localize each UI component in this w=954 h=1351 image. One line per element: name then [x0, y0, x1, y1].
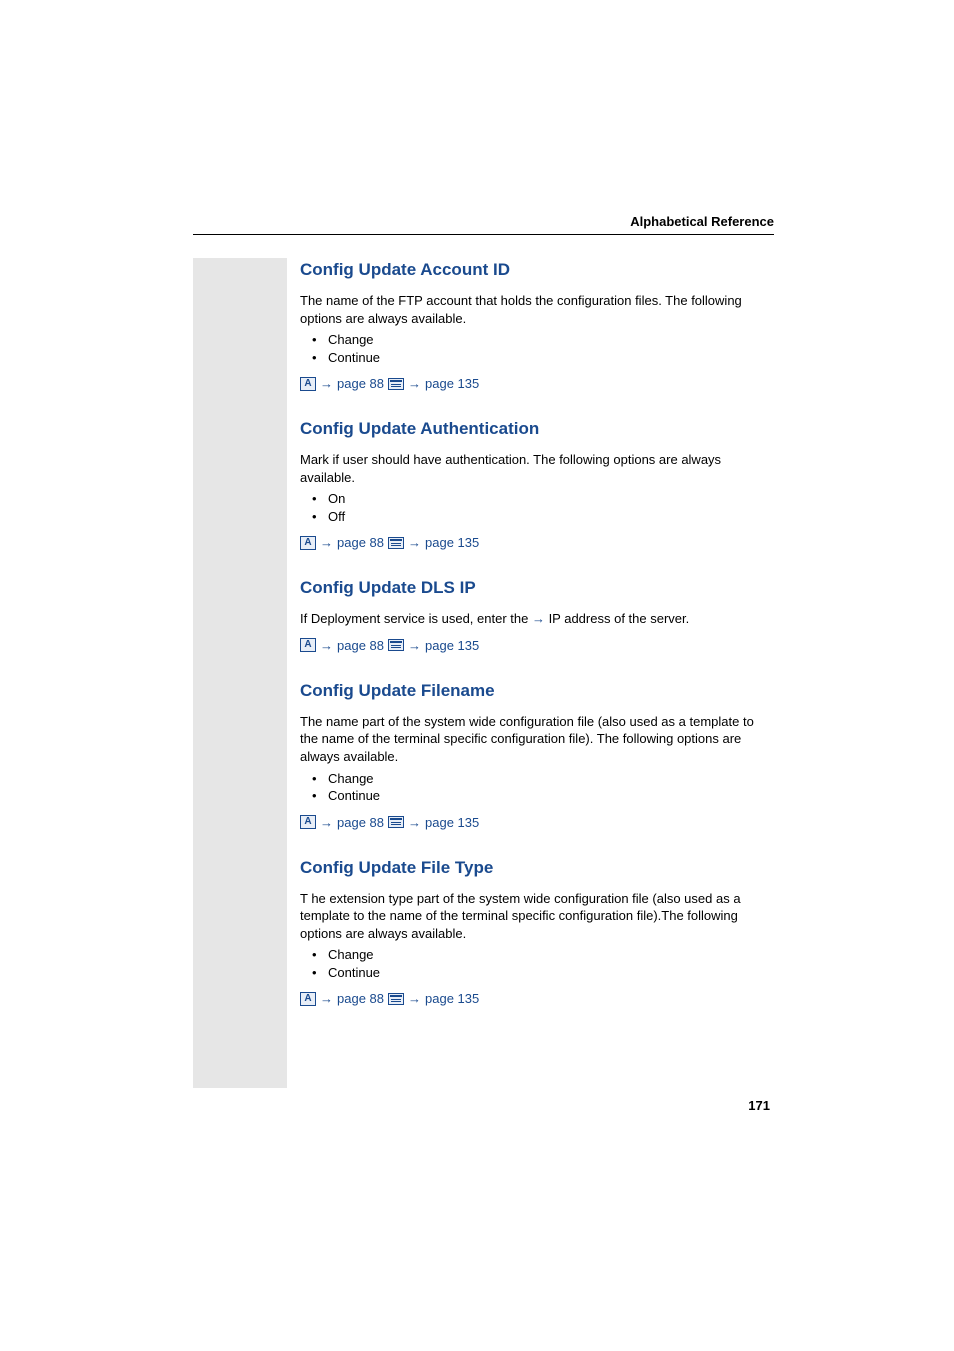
bullet-list: Change Continue	[300, 946, 775, 981]
header-rule	[193, 234, 774, 235]
section-body: If Deployment service is used, enter the…	[300, 610, 775, 628]
page-ref[interactable]: page 88	[337, 535, 384, 550]
page-ref[interactable]: page 135	[425, 815, 479, 830]
section-body: T he extension type part of the system w…	[300, 890, 775, 943]
bullet-list: Change Continue	[300, 770, 775, 805]
admin-icon: A	[300, 536, 316, 550]
arrow-icon: →	[408, 535, 421, 550]
section-body: Mark if user should have authentication.…	[300, 451, 775, 486]
arrow-icon: →	[408, 991, 421, 1006]
reference-line: A → page 88 → page 135	[300, 638, 775, 653]
page-ref[interactable]: page 135	[425, 535, 479, 550]
arrow-icon: →	[408, 815, 421, 830]
section-title: Config Update DLS IP	[300, 578, 775, 598]
list-item: Continue	[300, 964, 775, 982]
admin-icon: A	[300, 377, 316, 391]
web-icon	[388, 816, 404, 828]
arrow-icon: →	[320, 535, 333, 550]
web-icon	[388, 378, 404, 390]
web-icon	[388, 537, 404, 549]
list-item: Continue	[300, 787, 775, 805]
page-number: 171	[748, 1098, 770, 1113]
list-item: Off	[300, 508, 775, 526]
list-item: Change	[300, 946, 775, 964]
list-item: Continue	[300, 349, 775, 367]
arrow-icon: →	[320, 376, 333, 391]
section-title: Config Update Account ID	[300, 260, 775, 280]
section-config-update-authentication: Config Update Authentication Mark if use…	[300, 419, 775, 550]
admin-icon: A	[300, 638, 316, 652]
admin-icon: A	[300, 815, 316, 829]
section-config-update-dls-ip: Config Update DLS IP If Deployment servi…	[300, 578, 775, 653]
admin-icon: A	[300, 992, 316, 1006]
section-config-update-account-id: Config Update Account ID The name of the…	[300, 260, 775, 391]
sidebar-bar	[193, 258, 287, 1088]
section-config-update-filename: Config Update Filename The name part of …	[300, 681, 775, 830]
page-ref[interactable]: page 88	[337, 638, 384, 653]
header-title: Alphabetical Reference	[630, 214, 774, 229]
arrow-icon: →	[320, 991, 333, 1006]
bullet-list: Change Continue	[300, 331, 775, 366]
page-ref[interactable]: page 88	[337, 815, 384, 830]
arrow-icon: →	[408, 376, 421, 391]
section-title: Config Update File Type	[300, 858, 775, 878]
arrow-icon: →	[408, 638, 421, 653]
web-icon	[388, 993, 404, 1005]
list-item: Change	[300, 770, 775, 788]
page-ref[interactable]: page 135	[425, 638, 479, 653]
reference-line: A → page 88 → page 135	[300, 376, 775, 391]
page-ref[interactable]: page 88	[337, 376, 384, 391]
content-area: Config Update Account ID The name of the…	[300, 260, 775, 1034]
bullet-list: On Off	[300, 490, 775, 525]
section-body: The name of the FTP account that holds t…	[300, 292, 775, 327]
page-ref[interactable]: page 135	[425, 991, 479, 1006]
list-item: Change	[300, 331, 775, 349]
page-container: Alphabetical Reference Config Update Acc…	[0, 0, 954, 1351]
arrow-icon: →	[532, 611, 545, 626]
section-title: Config Update Authentication	[300, 419, 775, 439]
body-suffix: IP address of the server.	[545, 611, 689, 626]
section-title: Config Update Filename	[300, 681, 775, 701]
list-item: On	[300, 490, 775, 508]
web-icon	[388, 639, 404, 651]
body-prefix: If Deployment service is used, enter the	[300, 611, 532, 626]
page-ref[interactable]: page 88	[337, 991, 384, 1006]
section-config-update-file-type: Config Update File Type T he extension t…	[300, 858, 775, 1007]
reference-line: A → page 88 → page 135	[300, 815, 775, 830]
page-ref[interactable]: page 135	[425, 376, 479, 391]
arrow-icon: →	[320, 638, 333, 653]
reference-line: A → page 88 → page 135	[300, 535, 775, 550]
section-body: The name part of the system wide configu…	[300, 713, 775, 766]
reference-line: A → page 88 → page 135	[300, 991, 775, 1006]
arrow-icon: →	[320, 815, 333, 830]
